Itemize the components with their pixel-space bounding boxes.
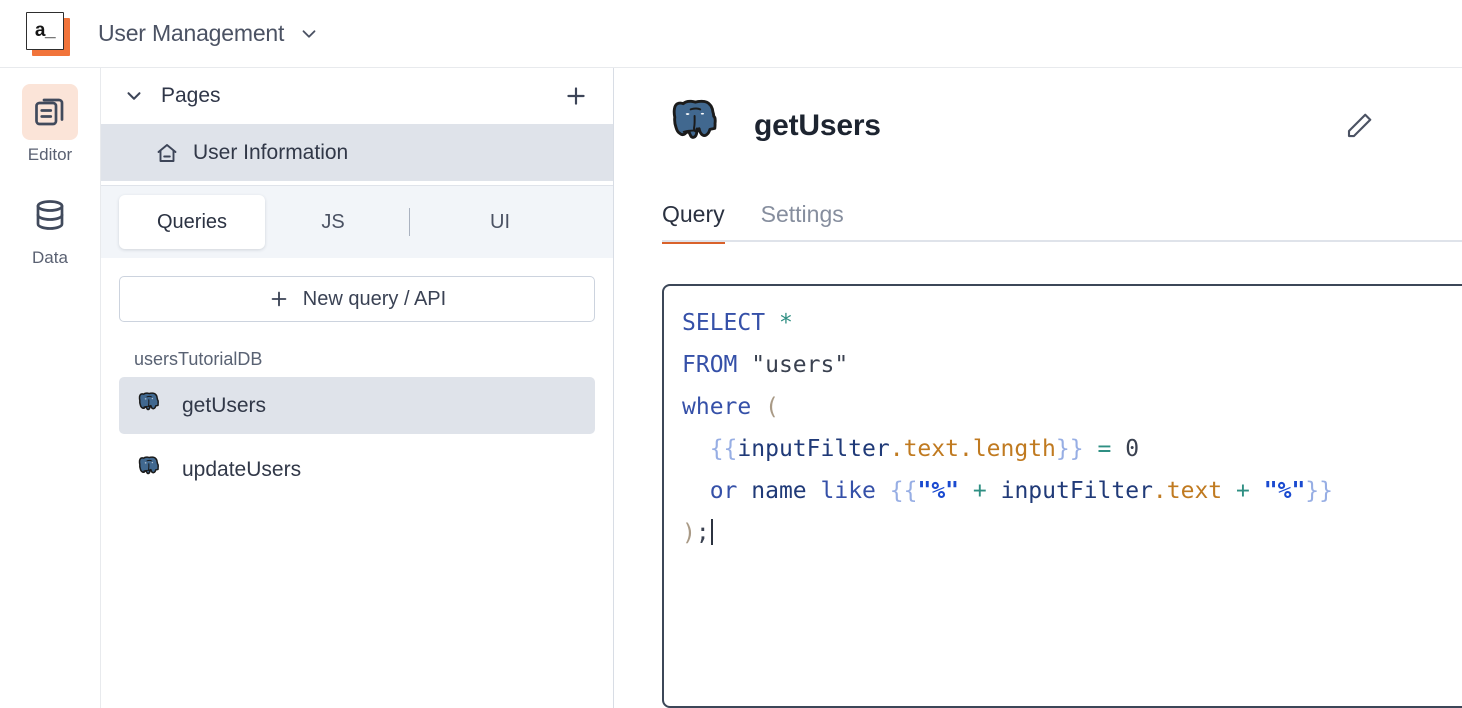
sql-code-editor[interactable]: SELECT * FROM "users" where ( {{inputFil… [662,284,1462,708]
explorer-tabs: Queries JS UI [101,186,613,258]
query-item-getusers[interactable]: getUsers [119,377,595,434]
new-query-button-label: New query / API [302,287,447,310]
logo-mark: a_ [26,11,64,50]
text-cursor [710,519,713,545]
sidebar-item-editor-label: Editor [27,145,73,164]
sidebar-item-editor[interactable]: Editor [8,84,92,165]
page-item-label: User Information [193,140,349,164]
query-detail-panel: getUsers Query Settings SELECT * FROM "u… [614,68,1462,708]
query-tabs: Query Settings [662,201,1462,244]
sidebar-item-data-label: Data [32,248,68,267]
tabs-rule [662,240,1462,242]
database-icon [22,187,78,243]
pencil-icon[interactable] [1344,111,1374,141]
query-name-title: getUsers [754,108,881,142]
pages-editor-icon [22,84,78,140]
appsmith-logo-icon[interactable]: a_ [26,11,70,56]
chevron-down-icon[interactable] [298,23,320,45]
query-item-label: updateUsers [182,457,302,481]
page-title: User Management [98,20,285,46]
query-list: New query / API usersTutorialDB getUsers… [101,258,613,708]
editor-body: Editor Data Pages User Information Queri… [0,68,1462,708]
appsmith-editor-window: a_ User Management Editor Data Pages Use… [0,0,1462,708]
chevron-down-icon[interactable] [123,85,145,107]
query-item-label: getUsers [182,393,267,417]
pages-section-header: Pages [101,68,613,124]
entity-explorer: Pages User Information Queries JS UI New… [101,68,614,708]
pages-section-title: Pages [161,84,221,107]
postgresql-icon [662,90,728,161]
query-item-updateusers[interactable]: updateUsers [119,441,595,498]
tab-separator [409,208,410,236]
page-item-user-information[interactable]: User Information [101,124,613,181]
left-rail: Editor Data [0,68,101,708]
top-header: a_ User Management [0,0,1462,68]
plus-icon [268,288,290,310]
tab-query[interactable]: Query [662,201,725,244]
sidebar-item-data[interactable]: Data [8,187,92,268]
postgresql-icon [134,452,164,487]
new-query-button[interactable]: New query / API [119,276,595,322]
query-header: getUsers [662,90,1462,161]
tab-queries[interactable]: Queries [119,195,265,249]
sql-code-content: SELECT * FROM "users" where ( {{inputFil… [682,310,1333,546]
tab-js[interactable]: JS [273,195,393,249]
datasource-group-label: usersTutorialDB [134,349,263,369]
tab-ui[interactable]: UI [440,195,560,249]
tab-settings[interactable]: Settings [761,201,844,242]
home-icon [155,141,179,165]
postgresql-icon [134,388,164,423]
plus-icon[interactable] [561,81,591,111]
